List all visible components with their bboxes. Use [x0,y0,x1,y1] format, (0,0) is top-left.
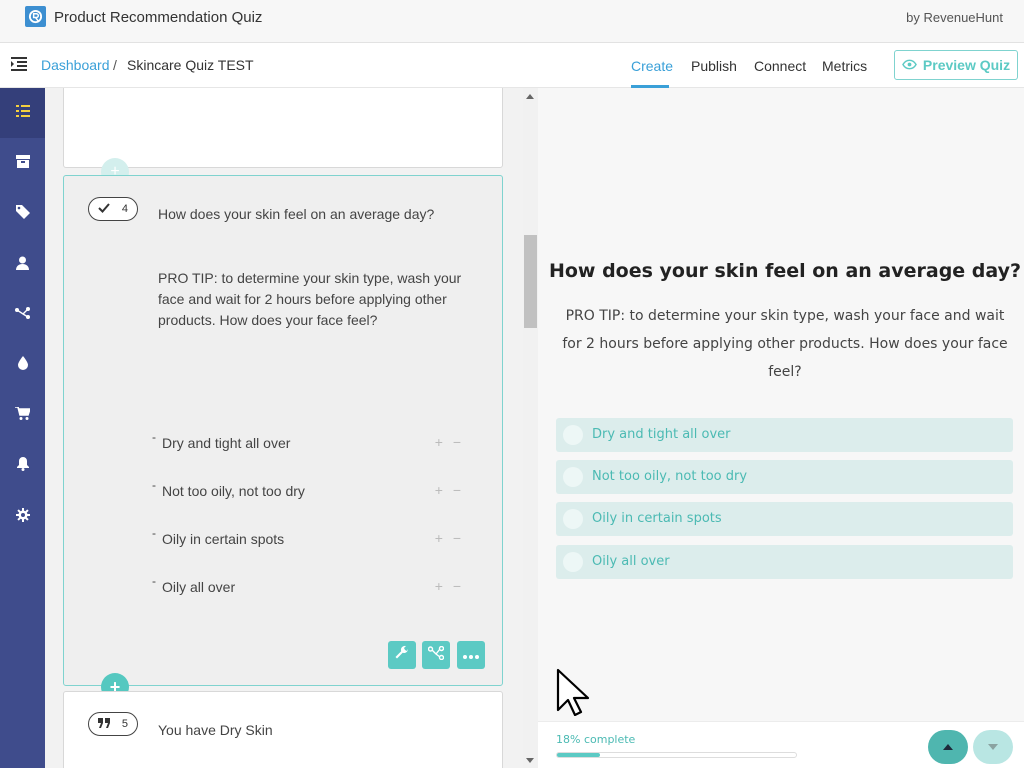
sidebar-item-settings[interactable] [0,492,45,542]
breadcrumb-current: Skincare Quiz TEST [127,57,254,73]
wrench-icon [394,645,410,666]
question-badge[interactable]: 4 [88,197,138,221]
next-question-button[interactable] [973,730,1013,764]
drop-icon [17,355,28,375]
nav-bar: Dashboard / Skincare Quiz TEST Create Pu… [0,43,1024,88]
gear-icon [15,507,30,527]
preview-option-label: Oily in certain spots [592,511,722,526]
answer-add-remove[interactable]: + − [435,434,464,450]
radio-button[interactable] [563,509,583,529]
branching-tool-button[interactable] [422,641,450,669]
preview-option[interactable]: Dry and tight all over [556,418,1013,452]
preview-question-title: How does your skin feel on an average da… [548,260,1022,282]
answer-label[interactable]: Oily in certain spots [162,531,284,547]
previous-question-button[interactable] [928,730,968,764]
question-card-previous[interactable] [63,88,503,168]
sidebar [0,88,45,768]
question-badge[interactable]: 5 [88,712,138,736]
answer-add-remove[interactable]: + − [435,578,464,594]
question-title[interactable]: You have Dry Skin [158,722,273,738]
preview-option-label: Dry and tight all over [592,427,731,442]
share-nodes-icon [15,306,30,324]
sidebar-item-design[interactable] [0,340,45,390]
caret-up-icon [943,744,953,750]
question-number: 4 [121,203,128,215]
question-description[interactable]: PRO TIP: to determine your skin type, wa… [158,268,488,331]
branch-icon [427,645,445,665]
tab-create[interactable]: Create [631,58,673,74]
preview-question-description: PRO TIP: to determine your skin type, wa… [562,308,1008,380]
preview-option[interactable]: Not too oily, not too dry [556,460,1013,494]
tab-publish[interactable]: Publish [691,58,737,74]
editor-scrollbar[interactable] [523,88,538,768]
preview-option[interactable]: Oily all over [556,545,1013,579]
scroll-down-arrow-icon[interactable] [526,758,534,763]
answer-bullet: - [152,430,156,444]
question-number: 5 [121,718,128,730]
preview-option[interactable]: Oily in certain spots [556,502,1013,536]
progress-fill [557,753,601,757]
question-title[interactable]: How does your skin feel on an average da… [158,206,434,222]
tag-icon [15,204,30,224]
more-icon [463,646,479,664]
answer-bullet: - [152,574,156,588]
answer-add-remove[interactable]: + − [435,530,464,546]
caret-down-icon [988,744,998,750]
grid-icon [15,104,30,122]
preview-footer: 18% complete [538,721,1024,768]
revenuehunt-logo [25,6,46,27]
question-card-next[interactable]: 5 You have Dry Skin [63,691,503,768]
radio-button[interactable] [563,467,583,487]
mouse-cursor-icon [556,668,590,721]
check-icon [98,202,110,216]
top-bar: Product Recommendation Quiz by RevenueHu… [0,0,1024,43]
preview-option-label: Not too oily, not too dry [592,469,748,484]
answer-item[interactable]: - Oily in certain spots + − [152,526,464,551]
progress-bar [556,752,797,758]
app-root: Product Recommendation Quiz by RevenueHu… [0,0,1024,768]
eye-icon [902,57,917,73]
preview-option-label: Oily all over [592,554,670,569]
breadcrumb-dashboard[interactable]: Dashboard [41,57,110,73]
menu-toggle-icon[interactable] [11,57,27,71]
tab-metrics[interactable]: Metrics [822,58,867,74]
bell-icon [16,456,29,476]
question-card-active[interactable]: 4 How does your skin feel on an average … [63,175,503,686]
scroll-up-arrow-icon[interactable] [526,94,534,99]
sidebar-item-notifications[interactable] [0,441,45,491]
more-options-button[interactable] [457,641,485,669]
sidebar-item-integrations[interactable] [0,290,45,340]
user-icon [16,256,29,275]
answer-label[interactable]: Not too oily, not too dry [162,483,305,499]
sidebar-item-users[interactable] [0,240,45,290]
answer-item[interactable]: - Dry and tight all over + − [152,430,464,455]
quote-icon [98,717,110,731]
sidebar-item-quiz[interactable] [0,88,45,138]
byline: by RevenueHunt [906,10,1003,25]
radio-button[interactable] [563,425,583,445]
preview-quiz-label: Preview Quiz [922,57,1011,73]
answer-label[interactable]: Dry and tight all over [162,435,290,451]
progress-text: 18% complete [556,733,636,746]
answer-bullet: - [152,526,156,540]
quiz-preview: How does your skin feel on an average da… [538,88,1024,768]
radio-button[interactable] [563,552,583,572]
answer-item[interactable]: - Not too oily, not too dry + − [152,478,464,503]
tab-connect[interactable]: Connect [754,58,806,74]
sidebar-item-cart[interactable] [0,391,45,441]
sidebar-item-products[interactable] [0,139,45,189]
preview-quiz-button[interactable]: Preview Quiz [894,50,1018,80]
answer-item[interactable]: - Oily all over + − [152,574,464,599]
answer-bullet: - [152,478,156,492]
settings-tool-button[interactable] [388,641,416,669]
scroll-thumb[interactable] [524,235,537,328]
quiz-editor: + 4 How does your skin feel on an averag… [45,88,523,768]
breadcrumb-separator: / [113,57,117,73]
answer-add-remove[interactable]: + − [435,482,464,498]
cart-icon [15,406,32,425]
app-title: Product Recommendation Quiz [54,9,263,26]
sidebar-item-tags[interactable] [0,189,45,239]
box-icon [15,155,30,173]
answer-label[interactable]: Oily all over [162,579,235,595]
